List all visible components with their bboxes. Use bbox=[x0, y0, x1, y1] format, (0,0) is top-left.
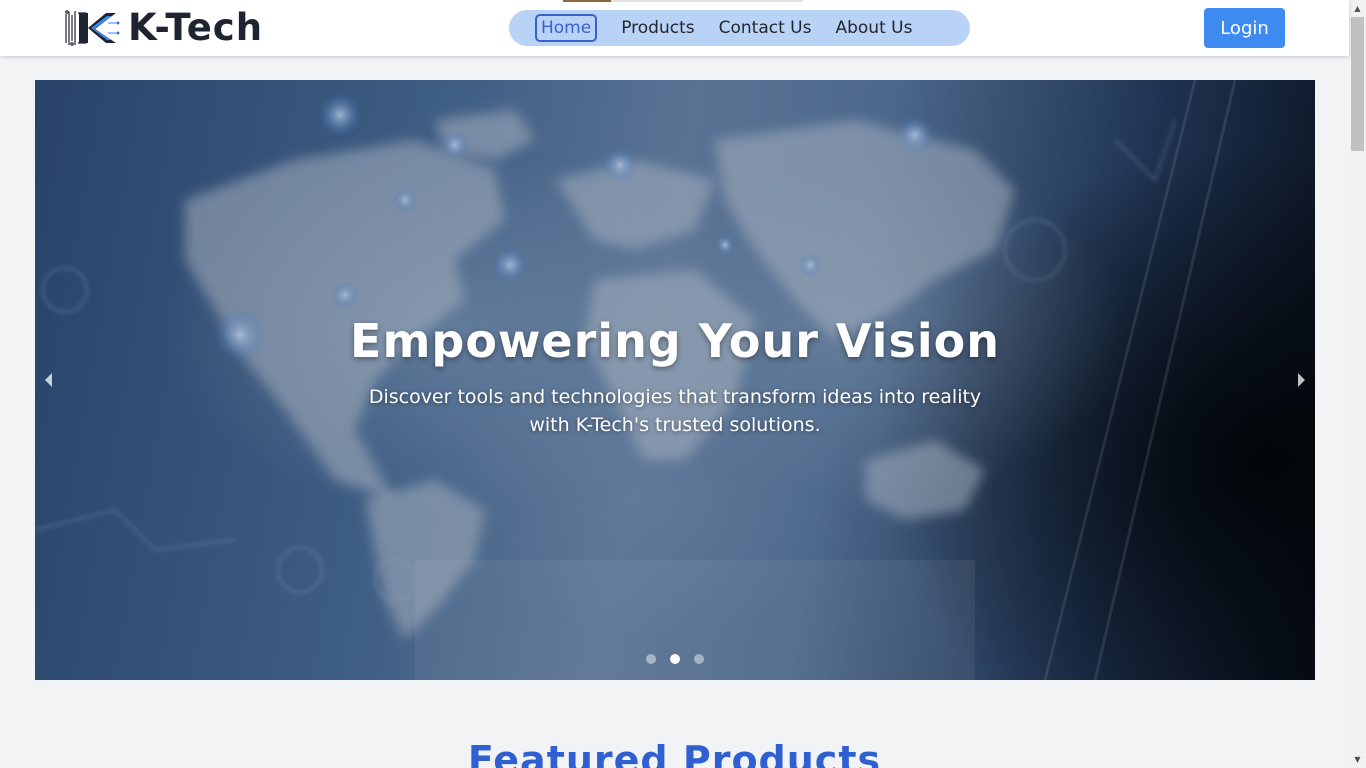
carousel-indicator-2[interactable] bbox=[670, 654, 680, 664]
hero-subtitle: Discover tools and technologies that tra… bbox=[368, 386, 982, 436]
carousel-prev-button[interactable] bbox=[35, 365, 63, 395]
top-tab-indicator bbox=[563, 0, 803, 2]
scroll-thumb[interactable] bbox=[1351, 17, 1364, 151]
brand[interactable]: K-Tech bbox=[64, 9, 263, 47]
site-header: K-Tech Home Products Contact Us About Us… bbox=[0, 0, 1349, 56]
nav-item-about-us[interactable]: About Us bbox=[835, 18, 912, 38]
hero-title: Empowering Your Vision bbox=[350, 314, 1000, 368]
carousel-indicator-1[interactable] bbox=[646, 654, 656, 664]
page-scrollbar[interactable]: ▲ ▼ bbox=[1349, 0, 1366, 768]
nav-item-contact-us[interactable]: Contact Us bbox=[719, 18, 812, 38]
carousel-next-button[interactable] bbox=[1287, 365, 1315, 395]
chevron-right-icon bbox=[1298, 373, 1305, 387]
login-button[interactable]: Login bbox=[1204, 8, 1285, 48]
carousel-indicators bbox=[35, 654, 1315, 664]
hero-overlay bbox=[35, 80, 1315, 680]
nav-item-home[interactable]: Home bbox=[535, 14, 598, 42]
brand-name: K-Tech bbox=[128, 6, 264, 49]
nav-item-products[interactable]: Products bbox=[621, 18, 694, 38]
scroll-down-arrow-icon[interactable]: ▼ bbox=[1349, 751, 1366, 768]
carousel-indicator-3[interactable] bbox=[694, 654, 704, 664]
scroll-up-arrow-icon[interactable]: ▲ bbox=[1349, 0, 1366, 17]
hero-carousel: Empowering Your Vision Discover tools an… bbox=[35, 80, 1315, 680]
k-tech-logo-icon bbox=[64, 9, 120, 47]
chevron-left-icon bbox=[45, 373, 52, 387]
main-nav: Home Products Contact Us About Us bbox=[509, 10, 970, 46]
featured-products-heading: Featured Products bbox=[467, 738, 882, 768]
